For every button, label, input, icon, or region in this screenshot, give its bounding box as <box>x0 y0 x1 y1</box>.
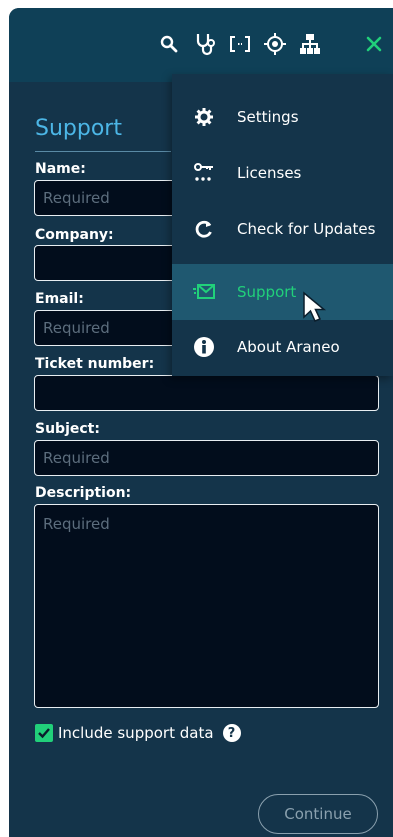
info-icon <box>192 335 216 359</box>
help-icon[interactable]: ? <box>222 724 241 742</box>
subject-label: Subject: <box>35 421 100 437</box>
menu-item-about-araneo[interactable]: About Araneo <box>172 319 393 375</box>
description-label: Description: <box>35 485 132 501</box>
menu-item-label: Licenses <box>237 164 302 182</box>
include-support-data-checkbox[interactable] <box>35 724 53 742</box>
include-support-data-row: Include support data ? <box>35 724 241 742</box>
company-label: Company: <box>35 227 114 243</box>
brackets-icon[interactable] <box>226 30 254 58</box>
subject-input[interactable] <box>34 440 379 476</box>
title-underline <box>35 151 171 152</box>
include-support-data-label: Include support data <box>58 724 214 742</box>
name-label: Name: <box>35 161 86 177</box>
checkmark-icon <box>38 728 50 739</box>
menu-item-label: Check for Updates <box>237 220 376 238</box>
menu-item-label: About Araneo <box>237 338 340 356</box>
support-panel: Support Name: Company: Email: Ticket num… <box>9 8 393 837</box>
gear-icon <box>192 105 216 129</box>
menu-item-settings[interactable]: Settings <box>172 89 393 145</box>
refresh-icon <box>192 217 216 241</box>
envelope-icon <box>192 280 216 304</box>
crosshair-icon[interactable] <box>261 30 289 58</box>
ticket-number-label: Ticket number: <box>35 356 155 372</box>
continue-button[interactable]: Continue <box>258 794 378 834</box>
menu-item-check-for-updates[interactable]: Check for Updates <box>172 201 393 257</box>
page-title: Support <box>35 116 122 141</box>
menu-item-label: Support <box>237 283 297 301</box>
close-icon[interactable] <box>360 30 388 58</box>
email-label: Email: <box>35 291 84 307</box>
top-toolbar <box>9 8 393 82</box>
ticket-number-input[interactable] <box>34 375 379 411</box>
search-icon[interactable] <box>155 30 183 58</box>
mouse-pointer-icon <box>303 291 327 322</box>
menu-item-support[interactable]: Support <box>172 264 393 320</box>
key-icon <box>192 161 216 185</box>
menu-item-label: Settings <box>237 108 299 126</box>
network-icon[interactable] <box>296 30 324 58</box>
settings-menu: Settings Licenses Check for Updates Supp… <box>172 74 393 376</box>
stethoscope-icon[interactable] <box>192 30 220 58</box>
menu-item-licenses[interactable]: Licenses <box>172 145 393 201</box>
description-textarea[interactable] <box>34 504 379 708</box>
